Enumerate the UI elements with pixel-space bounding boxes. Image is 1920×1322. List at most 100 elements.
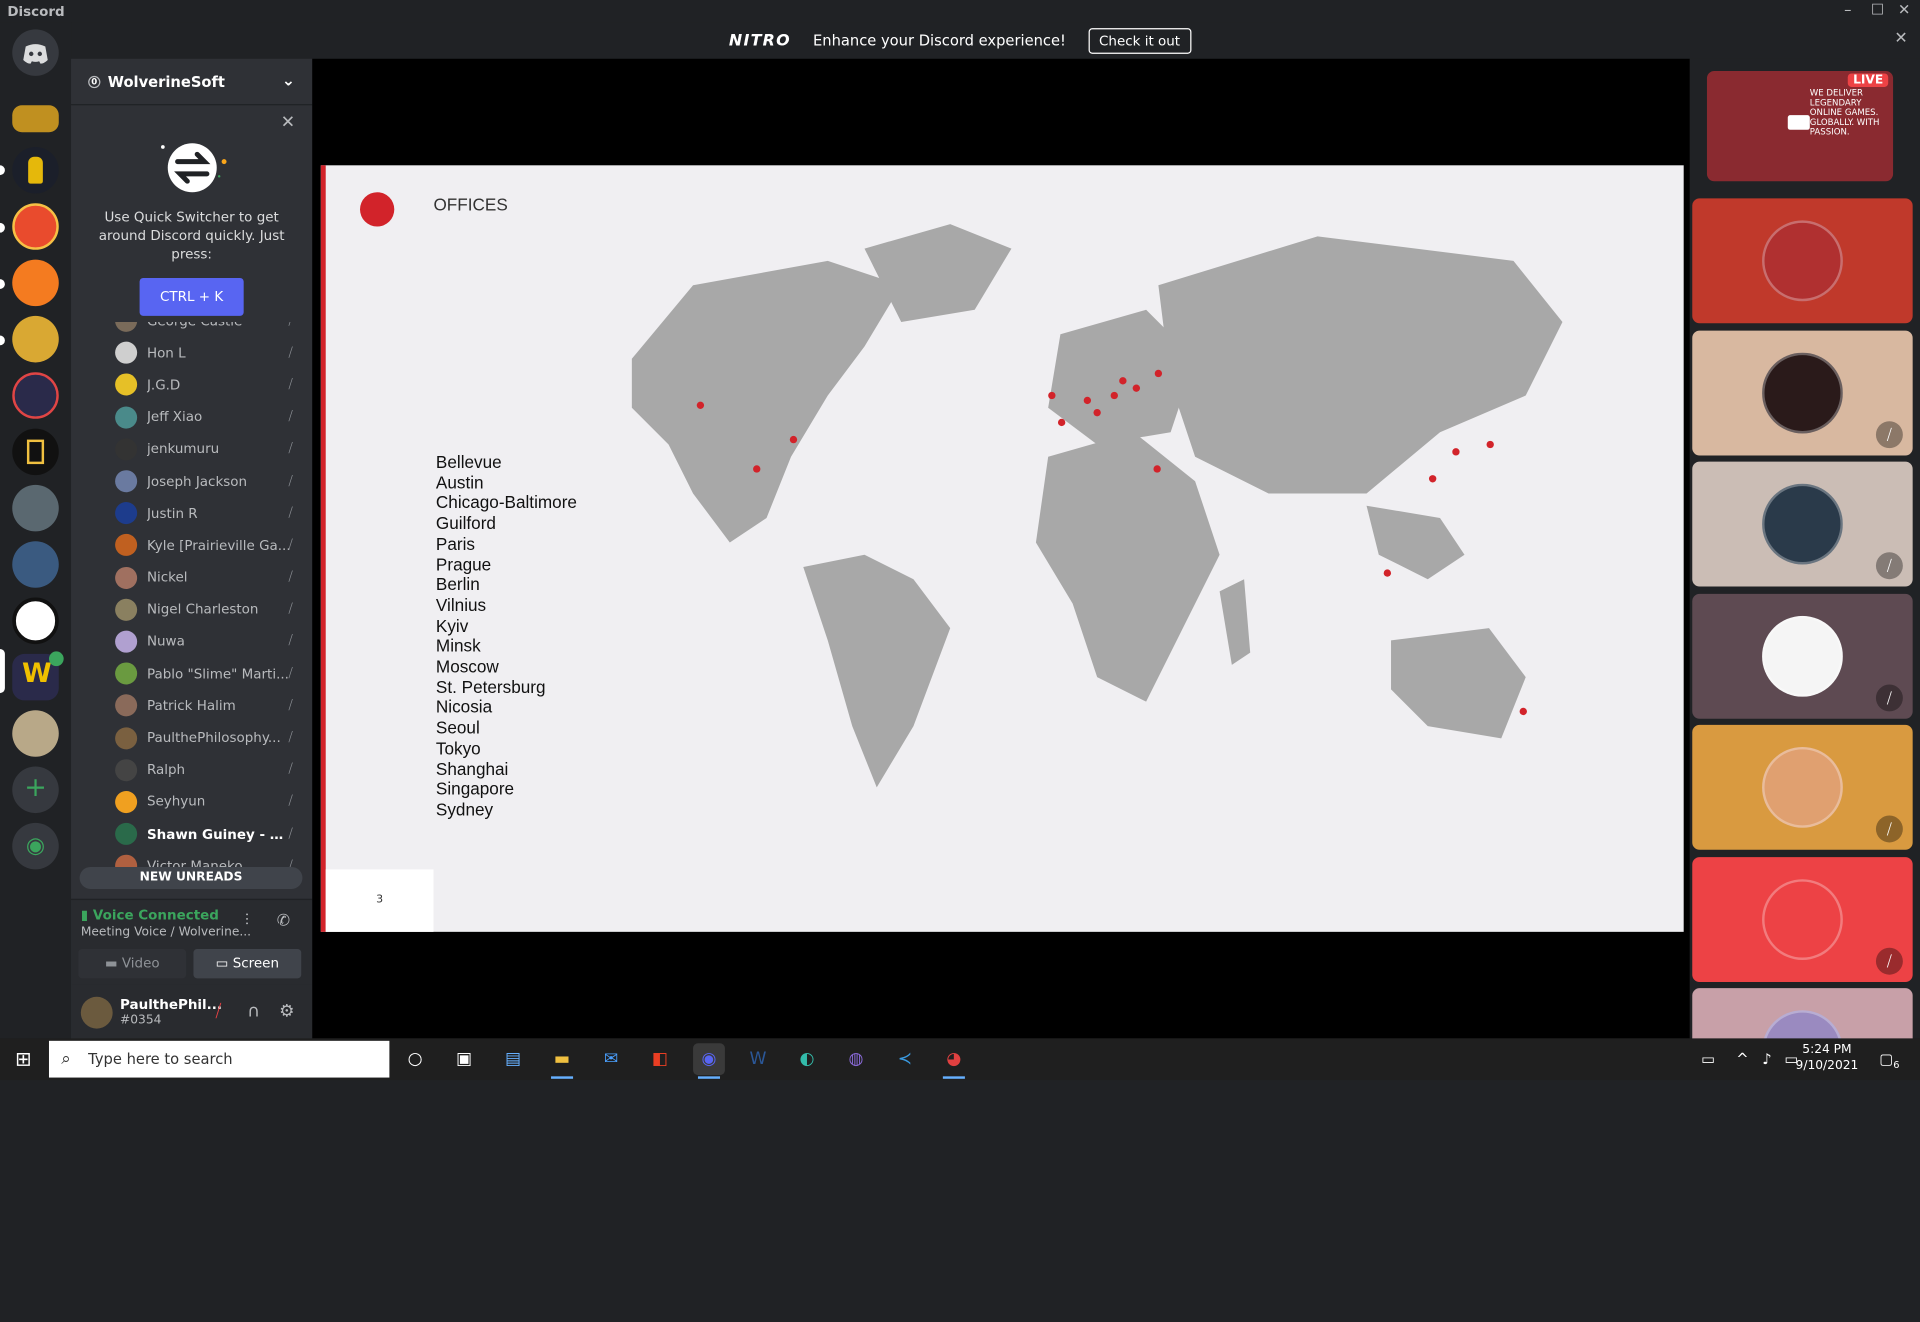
muted-mic-icon: ⧸ <box>288 410 293 424</box>
add-server-icon[interactable]: + <box>12 766 59 814</box>
server-vgmc[interactable] <box>12 597 59 645</box>
search-placeholder: Type here to search <box>88 1050 233 1068</box>
discord-home-icon[interactable] <box>12 29 59 76</box>
mute-mic-icon[interactable]: ⧸ <box>216 1002 222 1022</box>
member-row[interactable]: George Castle ⧸ <box>71 322 312 337</box>
store-icon[interactable]: ▤ <box>497 1043 529 1075</box>
notification-icon[interactable]: ▢6 <box>1873 1043 1905 1075</box>
muted-mic-icon: ⧸ <box>288 634 293 649</box>
new-unreads-button[interactable]: NEW UNREADS <box>79 866 303 889</box>
voice-channel[interactable]: Meeting Voice / Wolverine... <box>81 926 303 939</box>
screen-label: Screen <box>232 955 280 972</box>
city-label: St. Petersburg <box>435 676 546 697</box>
city-label: Berlin <box>435 574 480 595</box>
server-yellow[interactable] <box>12 315 59 363</box>
member-row[interactable]: PaulthePhilosophy... ⧸ <box>71 722 312 754</box>
close-button[interactable]: ✕ <box>1898 1 1910 18</box>
office-icon[interactable]: ◧ <box>644 1043 676 1075</box>
member-row[interactable]: Shawn Guiney - Warga... ⧸ <box>71 818 312 850</box>
disconnect-icon[interactable]: ✆ <box>277 912 290 930</box>
member-row[interactable]: Victor Maneko ⧸ <box>71 850 312 867</box>
ctrl-k-button[interactable]: CTRL + K <box>139 277 245 316</box>
edge-icon[interactable]: ◐ <box>791 1043 823 1075</box>
discord-taskbar-icon[interactable]: ◉ <box>693 1043 725 1079</box>
server-stag-games[interactable] <box>12 105 59 133</box>
clock[interactable]: 5:24 PM 9/10/2021 <box>1790 1043 1863 1072</box>
member-row[interactable]: Jeff Xiao ⧸ <box>71 401 312 433</box>
app-name: Discord <box>7 3 65 20</box>
member-row[interactable]: Ralph ⧸ <box>71 754 312 786</box>
member-name: Justin R <box>146 505 198 522</box>
server-header[interactable]: 0 WolverineSoft ⌄ <box>71 59 313 106</box>
screen-share-stage[interactable]: OFFICES Bellevue Austin Chicago-Baltimore G… <box>312 58 1690 1039</box>
participant-tile[interactable]: ⧸ <box>1692 856 1913 982</box>
server-ws-selected[interactable]: W <box>12 651 64 701</box>
github-icon[interactable]: ◍ <box>840 1043 872 1075</box>
maximize-button[interactable]: ☐ <box>1871 1 1884 18</box>
taskbar-search[interactable]: ⌕ Type here to search <box>48 1040 390 1078</box>
nitro-banner: NITRO Enhance your Discord experience! C… <box>0 22 1920 59</box>
stream-caption: WE DELIVER LEGENDARY ONLINE GAMES. GLOBA… <box>1809 88 1880 138</box>
headphones-icon[interactable]: ∩ <box>247 1002 260 1022</box>
avatar <box>115 341 138 365</box>
close-icon[interactable]: ✕ <box>281 113 295 133</box>
member-row[interactable]: Kyle [Prairieville Ga... ⧸ <box>71 529 312 561</box>
server-orange[interactable] <box>12 259 59 307</box>
nitro-close-icon[interactable]: ✕ <box>1894 29 1907 47</box>
vscode-icon[interactable]: ≺ <box>889 1043 921 1075</box>
member-row[interactable]: Nickel ⧸ <box>71 561 312 593</box>
member-row[interactable]: Nuwa ⧸ <box>71 626 312 658</box>
windows-start-icon[interactable]: ⊞ <box>7 1043 39 1075</box>
member-row[interactable]: Nigel Charleston ⧸ <box>71 593 312 625</box>
word-icon[interactable]: W <box>742 1043 774 1075</box>
muted-mic-icon: ⧸ <box>1875 552 1903 580</box>
server-arcade[interactable] <box>12 372 59 419</box>
gear-icon[interactable]: ⚙ <box>279 1002 294 1022</box>
keyboard-icon[interactable]: ▭ <box>1692 1043 1724 1075</box>
member-row[interactable]: Patrick Halim ⧸ <box>71 690 312 722</box>
server-blue[interactable] <box>12 541 59 588</box>
member-name: Kyle [Prairieville Ga... <box>146 537 291 554</box>
member-row[interactable]: Joseph Jackson ⧸ <box>71 465 312 497</box>
participant-tile[interactable]: ⧸ <box>1692 724 1913 850</box>
server-clock[interactable] <box>12 710 59 757</box>
member-name: PaulthePhilosophy... <box>146 729 281 746</box>
minimize-button[interactable]: – <box>1844 1 1851 18</box>
screen-button[interactable]: ▭ Screen <box>193 948 302 979</box>
participant-tile[interactable] <box>1692 198 1913 324</box>
task-view-icon[interactable]: ▣ <box>448 1043 480 1075</box>
mail-icon[interactable]: ✉ <box>595 1043 627 1075</box>
muted-mic-icon: ⧸ <box>1875 947 1903 975</box>
avatar <box>115 630 138 653</box>
participant-tile[interactable]: ⧸ <box>1692 593 1913 719</box>
search-icon: ⌕ <box>61 1049 71 1069</box>
member-row[interactable]: Justin R ⧸ <box>71 497 312 529</box>
server-wolverinesoft[interactable] <box>12 203 59 250</box>
video-button[interactable]: ▬ Video <box>78 948 187 979</box>
nitro-check-button[interactable]: Check it out <box>1087 27 1192 54</box>
avatar[interactable] <box>80 996 113 1029</box>
avatar <box>1762 220 1843 302</box>
stream-tile[interactable]: LIVE WE DELIVER LEGENDARY ONLINE GAMES. … <box>1706 71 1894 182</box>
muted-mic-icon: ⧸ <box>288 795 293 809</box>
member-row[interactable]: jenkumuru ⧸ <box>71 433 312 465</box>
participant-tile[interactable]: ⧸ <box>1692 330 1913 455</box>
server-grey[interactable] <box>12 484 59 532</box>
member-name: George Castle <box>147 322 296 329</box>
boost-icon: 0 <box>88 75 101 88</box>
muted-mic-icon: ⧸ <box>288 859 293 867</box>
chrome-icon[interactable]: ◕ <box>938 1043 970 1079</box>
noise-suppression-icon[interactable]: ⫶ <box>245 912 249 930</box>
server-book[interactable] <box>12 428 59 476</box>
member-row[interactable]: J.G.D ⧸ <box>71 369 312 401</box>
participant-tile[interactable]: ⧸ <box>1692 461 1913 587</box>
chevron-down-icon[interactable]: ⌄ <box>282 72 295 90</box>
file-explorer-icon[interactable]: ▬ <box>546 1043 578 1079</box>
member-row[interactable]: Pablo "Slime" Marti... ⧸ <box>71 658 312 690</box>
cortana-icon[interactable]: ○ <box>399 1043 431 1075</box>
presentation-slide: OFFICES Bellevue Austin Chicago-Baltimore G… <box>320 165 1684 932</box>
member-row[interactable]: Seyhyun ⧸ <box>71 786 312 818</box>
explore-compass-icon[interactable]: ◉ <box>12 822 59 870</box>
server-chess[interactable] <box>12 146 59 194</box>
member-row[interactable]: Hon L ⧸ <box>71 337 312 369</box>
